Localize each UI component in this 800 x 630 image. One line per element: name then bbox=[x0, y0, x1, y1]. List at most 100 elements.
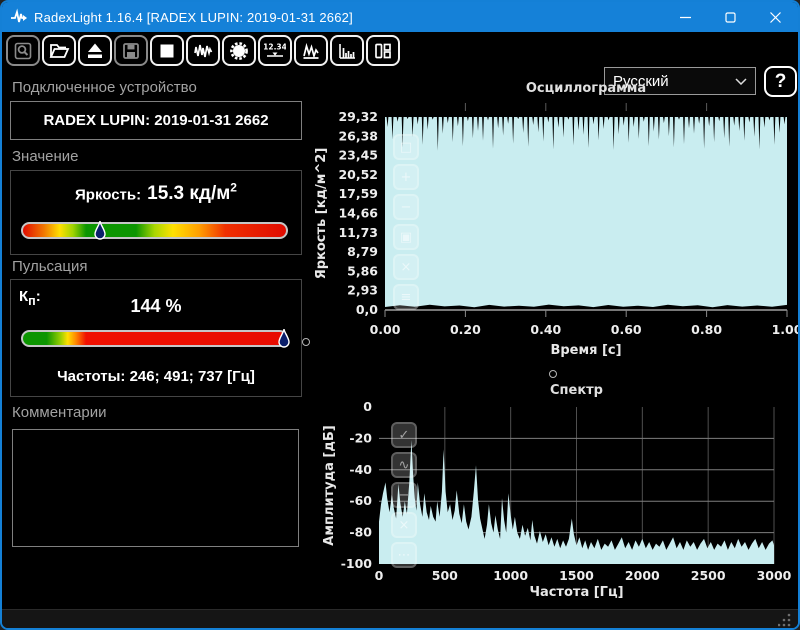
window-controls bbox=[663, 2, 798, 32]
maximize-icon bbox=[725, 11, 736, 23]
osc-x-tick: 0.40 bbox=[530, 322, 561, 337]
gear-icon bbox=[230, 41, 248, 60]
numeric-readout-button[interactable]: 12.34 bbox=[258, 35, 292, 66]
osc-y-tick: 29,32 bbox=[338, 109, 378, 124]
brightness-gradient-bar bbox=[21, 222, 288, 239]
signal-record-button[interactable] bbox=[186, 35, 220, 66]
osc-y-tick: 5,86 bbox=[347, 263, 378, 278]
brightness-marker bbox=[94, 220, 106, 240]
osc-y-axis-label: Яркость [кд/м^2] bbox=[314, 148, 329, 280]
spectrum-chart[interactable]: Спектр0-20-40-60-80-1000 500 1000 1500 2000 2… bbox=[308, 380, 800, 610]
pulsation-box: Кп: 144 % Частоты: 246; 491; 737 [Гц] bbox=[10, 279, 302, 397]
app-logo-icon bbox=[10, 8, 28, 26]
spec-x-tick: 1500 bbox=[559, 568, 594, 583]
osc-x-tick: 0.60 bbox=[611, 322, 642, 337]
value-section-label: Значение bbox=[12, 148, 79, 165]
app-window: RadexLight 1.16.4 [RADEX LUPIN: 2019-01-… bbox=[0, 0, 800, 630]
status-bar bbox=[2, 609, 798, 628]
osc-x-tick: 1.00 bbox=[772, 322, 800, 337]
spec-y-tick: 0 bbox=[363, 399, 372, 414]
eject-device-button[interactable] bbox=[78, 35, 112, 66]
pulsation-frequencies: Частоты: 246; 491; 737 [Гц] bbox=[57, 368, 255, 385]
brightness-scale bbox=[21, 220, 288, 244]
spectrum-check-ghost-button[interactable]: ✓ bbox=[391, 422, 417, 448]
spectrum-close-ghost-button[interactable]: × bbox=[391, 512, 417, 538]
brightness-readout: Яркость: 15.3 кд/м2 bbox=[11, 181, 301, 205]
resize-grip[interactable] bbox=[778, 613, 792, 628]
device-name-box: RADEX LUPIN: 2019-01-31 2662 bbox=[10, 101, 302, 140]
brightness-value: 15.3 bbox=[147, 183, 185, 205]
floppy-disk-icon bbox=[123, 42, 139, 59]
stop-measurement-button[interactable] bbox=[150, 35, 184, 66]
pulsation-gradient-bar bbox=[21, 330, 288, 347]
kp-value: 144 % bbox=[130, 296, 182, 316]
toolbar-buttons: 12.34 bbox=[6, 35, 400, 66]
oscillogram-close-ghost-button[interactable]: × bbox=[393, 254, 419, 280]
osc-x-tick: 0.80 bbox=[691, 322, 722, 337]
settings-button[interactable] bbox=[222, 35, 256, 66]
spec-x-tick: 0 bbox=[375, 568, 384, 583]
pulsation-marker bbox=[278, 328, 290, 348]
open-folder-icon bbox=[49, 43, 70, 58]
oscillogram-view-button[interactable] bbox=[294, 35, 328, 66]
osc-y-tick: 26,38 bbox=[338, 128, 378, 143]
oscillogram-curve-icon bbox=[303, 42, 319, 59]
open-file-button[interactable] bbox=[42, 35, 76, 66]
spectrum-wave-ghost-button[interactable]: ∿ bbox=[391, 452, 417, 478]
spec-y-tick: -60 bbox=[349, 493, 372, 508]
osc-y-tick: 2,93 bbox=[347, 283, 378, 298]
brightness-label: Яркость: bbox=[75, 186, 142, 204]
oscillogram-chart[interactable]: Осциллограмма 0.00 0.20 0.40 0.60 0.80 1.00 29,… bbox=[308, 76, 800, 380]
svg-text:12.34: 12.34 bbox=[264, 42, 286, 51]
oscillogram-minus-ghost-button[interactable]: − bbox=[393, 194, 419, 220]
oscillogram-plus-ghost-button[interactable]: + bbox=[393, 164, 419, 190]
spec-y-tick: -100 bbox=[341, 556, 373, 571]
osc-x-tick: 0.20 bbox=[450, 322, 481, 337]
oscillogram-layers-ghost-button[interactable]: ≡ bbox=[393, 284, 419, 310]
spectrum-minus-ghost-button[interactable]: − bbox=[391, 482, 417, 508]
osc-y-tick: 14,66 bbox=[338, 206, 378, 221]
save-file-button bbox=[114, 35, 148, 66]
spectrum-view-button[interactable] bbox=[330, 35, 364, 66]
spec-x-tick: 2000 bbox=[625, 568, 660, 583]
brightness-unit-exponent: 2 bbox=[230, 181, 237, 195]
noise-waveform-icon bbox=[194, 44, 213, 57]
spec-y-axis-label: Амплитуда [дБ] bbox=[322, 425, 337, 545]
osc-y-tick: 23,45 bbox=[338, 148, 378, 163]
connected-device-section-label: Подключенное устройство bbox=[12, 79, 197, 96]
report-layout-icon bbox=[375, 43, 391, 58]
digital-readout-icon: 12.34 bbox=[264, 42, 286, 57]
oscillogram-title: Осциллограмма bbox=[526, 81, 646, 96]
oscillogram-frame-ghost-button[interactable]: □ bbox=[393, 134, 419, 160]
pulsation-section-label: Пульсация bbox=[12, 258, 88, 275]
report-view-button[interactable] bbox=[366, 35, 400, 66]
value-box: Яркость: 15.3 кд/м2 bbox=[10, 170, 302, 255]
osc-y-tick: 8,79 bbox=[347, 244, 378, 259]
osc-y-tick: 0,0 bbox=[356, 302, 378, 317]
eject-icon bbox=[88, 43, 102, 58]
spec-y-tick: -80 bbox=[349, 525, 372, 540]
spec-x-tick: 1000 bbox=[493, 568, 528, 583]
osc-y-tick: 17,59 bbox=[338, 186, 378, 201]
osc-y-tick: 20,52 bbox=[338, 167, 378, 182]
spec-x-tick: 2500 bbox=[691, 568, 726, 583]
spectrum-bars-icon bbox=[339, 43, 355, 59]
close-button[interactable] bbox=[753, 2, 798, 32]
stop-square-icon bbox=[160, 44, 174, 57]
oscillogram-box-ghost-button[interactable]: ▣ bbox=[393, 224, 419, 250]
oscillogram-waveform bbox=[385, 117, 787, 308]
spectrum-title: Спектр bbox=[550, 383, 603, 398]
maximize-button[interactable] bbox=[708, 2, 753, 32]
title-bar: RadexLight 1.16.4 [RADEX LUPIN: 2019-01-… bbox=[2, 2, 798, 32]
spectrum-more-ghost-button[interactable]: ⋯ bbox=[391, 542, 417, 568]
comments-input[interactable] bbox=[12, 429, 299, 547]
spec-x-axis-label: Частота [Гц] bbox=[529, 585, 623, 600]
preview-button bbox=[6, 35, 40, 66]
toolbar: 12.34 Русский ? bbox=[2, 32, 798, 97]
pulsation-scale bbox=[21, 328, 290, 352]
spec-x-tick: 3000 bbox=[757, 568, 792, 583]
osc-x-axis-label: Время [с] bbox=[550, 343, 621, 358]
minimize-button[interactable] bbox=[663, 2, 708, 32]
spec-x-tick: 500 bbox=[432, 568, 458, 583]
osc-y-tick: 11,73 bbox=[338, 225, 378, 240]
